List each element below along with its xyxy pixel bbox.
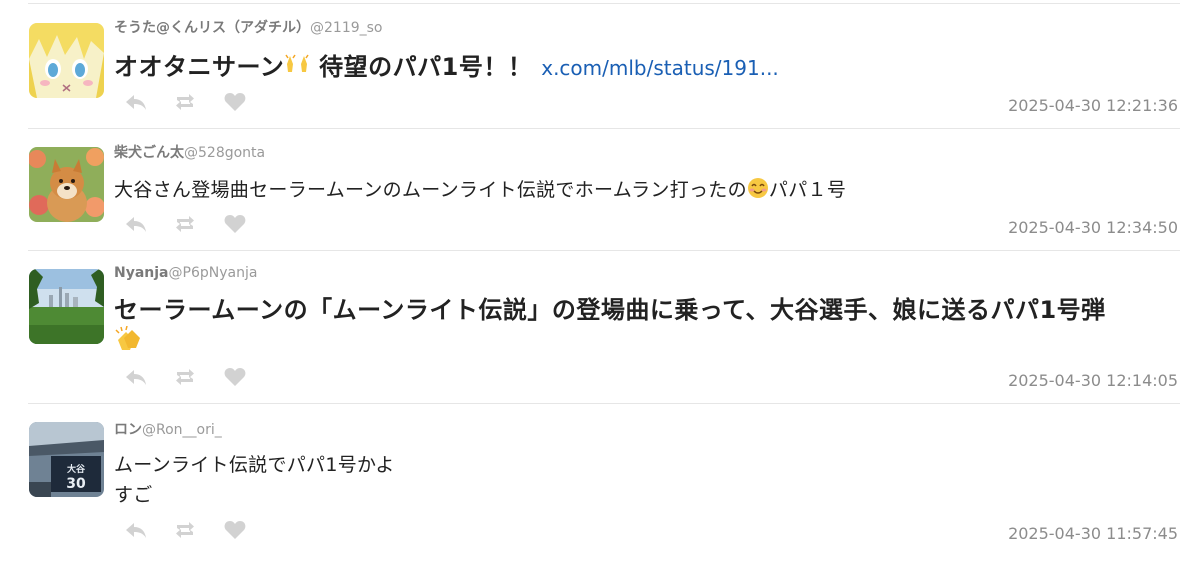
username[interactable]: 柴犬ごん太 bbox=[114, 145, 184, 161]
anime-girl-avatar-icon bbox=[29, 23, 104, 98]
retweet-icon[interactable] bbox=[173, 91, 197, 113]
like-icon[interactable] bbox=[223, 213, 247, 235]
retweet-icon[interactable] bbox=[173, 213, 197, 235]
tweet-link[interactable]: x.com/mlb/status/191... bbox=[541, 56, 779, 80]
divider bbox=[28, 250, 1180, 251]
like-icon[interactable] bbox=[223, 366, 247, 388]
avatar[interactable] bbox=[29, 269, 104, 344]
park-city-avatar-icon bbox=[29, 269, 104, 344]
clapping-hands-icon bbox=[114, 325, 144, 362]
user-line: ロン@Ron__ori_ bbox=[114, 421, 222, 439]
user-line: Nyanja@P6pNyanja bbox=[114, 264, 257, 282]
smiling-face-icon bbox=[747, 177, 769, 208]
timestamp[interactable]: 2025-04-30 12:21:36 bbox=[1008, 96, 1178, 115]
divider bbox=[28, 128, 1180, 129]
handle[interactable]: @528gonta bbox=[184, 145, 265, 161]
timestamp[interactable]: 2025-04-30 12:34:50 bbox=[1008, 218, 1178, 237]
tweet-text: オオタニサーン 待望のパパ1号！！ x.com/mlb/status/191..… bbox=[114, 51, 779, 86]
avatar[interactable]: 大谷 30 bbox=[29, 422, 104, 497]
avatar[interactable] bbox=[29, 147, 104, 222]
user-line: そうた@くんリス（アダチル）@2119_so bbox=[114, 19, 383, 37]
user-line: 柴犬ごん太@528gonta bbox=[114, 144, 265, 162]
like-icon[interactable] bbox=[223, 519, 247, 541]
divider bbox=[28, 3, 1180, 4]
timestamp[interactable]: 2025-04-30 12:14:05 bbox=[1008, 371, 1178, 390]
reply-icon[interactable] bbox=[124, 91, 148, 113]
reply-icon[interactable] bbox=[124, 213, 148, 235]
raising-hands-icon bbox=[284, 52, 310, 86]
handle[interactable]: @2119_so bbox=[310, 20, 383, 36]
username[interactable]: ロン bbox=[114, 422, 142, 438]
tweet-text: ムーンライト伝説でパパ1号かよ bbox=[114, 454, 395, 476]
stadium-banner-avatar-icon: 大谷 30 bbox=[29, 422, 104, 497]
username[interactable]: Nyanja bbox=[114, 265, 169, 281]
retweet-icon[interactable] bbox=[173, 366, 197, 388]
username[interactable]: そうた@くんリス（アダチル） bbox=[114, 20, 310, 36]
tweet-text: セーラームーンの「ムーンライト伝説」の登場曲に乗って、大谷選手、娘に送るパパ1号… bbox=[114, 296, 1106, 324]
timestamp[interactable]: 2025-04-30 11:57:45 bbox=[1008, 524, 1178, 543]
handle[interactable]: @Ron__ori_ bbox=[142, 422, 222, 438]
handle[interactable]: @P6pNyanja bbox=[169, 265, 258, 281]
shiba-dog-avatar-icon bbox=[29, 147, 104, 222]
avatar[interactable] bbox=[29, 23, 104, 98]
retweet-icon[interactable] bbox=[173, 519, 197, 541]
reply-icon[interactable] bbox=[124, 519, 148, 541]
svg-text:大谷: 大谷 bbox=[67, 463, 86, 475]
tweet-text: 大谷さん登場曲セーラームーンのムーンライト伝説でホームラン打ったの パパ１号 bbox=[114, 176, 846, 208]
like-icon[interactable] bbox=[223, 91, 247, 113]
svg-text:30: 30 bbox=[66, 476, 86, 492]
reply-icon[interactable] bbox=[124, 366, 148, 388]
tweet-text-line2: すご bbox=[114, 484, 153, 506]
divider bbox=[28, 403, 1180, 404]
tweet-text-continued bbox=[114, 325, 144, 362]
